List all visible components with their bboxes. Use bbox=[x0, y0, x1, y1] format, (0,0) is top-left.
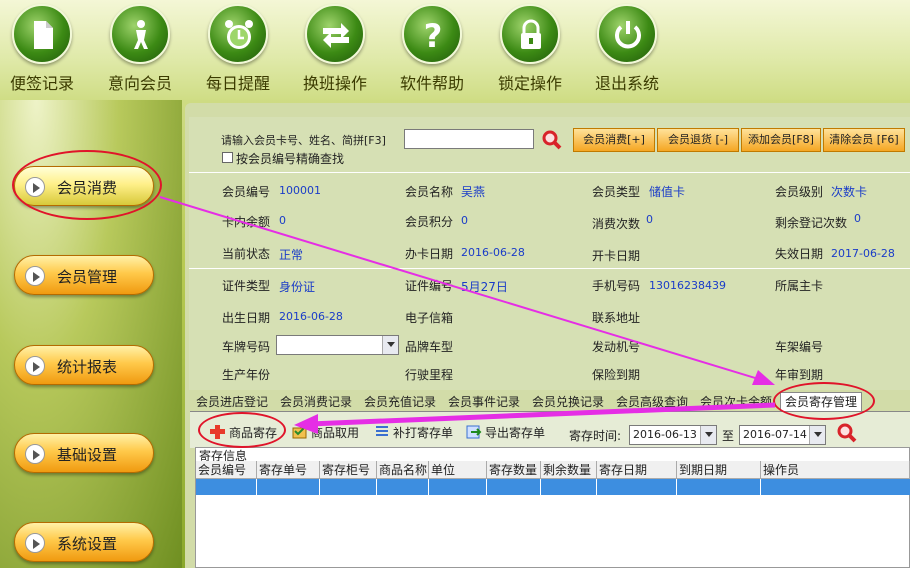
annotation-arrows bbox=[159, 196, 776, 434]
